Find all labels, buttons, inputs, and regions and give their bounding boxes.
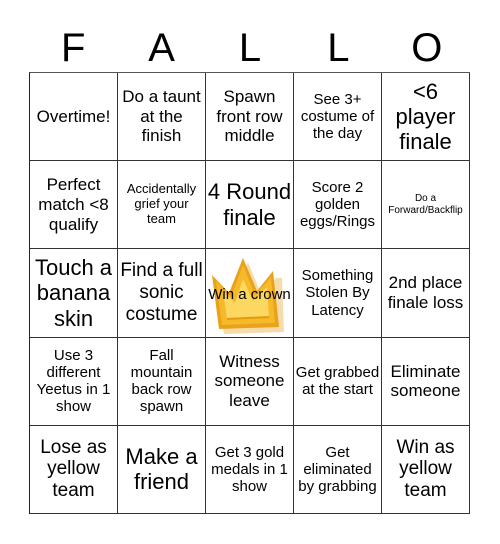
cell-text: Find a full sonic costume — [120, 260, 203, 325]
bingo-cell[interactable]: Find a full sonic costume — [118, 249, 206, 338]
cell-text: Spawn front row middle — [216, 87, 283, 146]
cell-text: Get 3 gold medals in 1 show — [211, 443, 288, 496]
bingo-cell[interactable]: Do a Forward/Backflip — [382, 161, 470, 250]
cell-text: Use 3 different Yeetus in 1 show — [36, 346, 111, 416]
bingo-cell[interactable]: <6 player finale — [382, 73, 470, 162]
header-letter: O — [411, 26, 443, 70]
cell-text: Touch a banana skin — [34, 255, 113, 331]
bingo-cell[interactable]: Overtime! — [30, 73, 118, 162]
cell-text: <6 player finale — [395, 78, 456, 155]
cell-text: Eliminate someone — [390, 361, 461, 401]
bingo-cell[interactable]: See 3+ costume of the day — [294, 73, 382, 162]
cell-text: Fall mountain back row spawn — [130, 346, 193, 416]
bingo-cell[interactable]: Spawn front row middle — [206, 73, 294, 162]
bingo-cell[interactable]: Touch a banana skin — [30, 249, 118, 338]
cell-text: Get grabbed at the start — [295, 363, 380, 399]
bingo-cell[interactable]: Score 2 golden eggs/Rings — [294, 161, 382, 250]
cell-text: Win as yellow team — [396, 436, 455, 502]
bingo-cell[interactable]: Lose as yellow team — [30, 425, 118, 514]
cell-text: Win a crown — [208, 286, 291, 304]
bingo-header: F A L L O — [29, 22, 471, 72]
bingo-cell[interactable]: Get grabbed at the start — [294, 337, 382, 426]
cell-text: Accidentally grief your team — [126, 181, 197, 227]
bingo-cell[interactable]: 2nd place finale loss — [382, 249, 470, 338]
bingo-cell[interactable]: Accidentally grief your team — [118, 161, 206, 250]
header-letter: A — [148, 26, 175, 70]
cell-text: Overtime! — [36, 106, 111, 126]
cell-text: Score 2 golden eggs/Rings — [299, 178, 376, 231]
cell-text: Get eliminated by grabbing — [298, 443, 377, 496]
bingo-cell[interactable]: Get eliminated by grabbing — [294, 425, 382, 514]
bingo-cell[interactable]: Eliminate someone — [382, 337, 470, 426]
bingo-grid: Overtime! Do a taunt at the finish Spawn… — [29, 72, 470, 514]
header-letter: F — [60, 26, 86, 70]
cell-text: Witness someone leave — [214, 351, 285, 410]
bingo-cell[interactable]: Perfect match <8 qualify — [30, 161, 118, 250]
bingo-cell[interactable]: Make a friend — [118, 425, 206, 514]
cell-text: Lose as yellow team — [40, 436, 107, 502]
bingo-cell[interactable]: 4 Round finale — [206, 161, 294, 250]
bingo-cell[interactable]: Win as yellow team — [382, 425, 470, 514]
cell-text: Do a Forward/Backflip — [388, 193, 463, 216]
cell-text: Do a taunt at the finish — [122, 87, 201, 146]
cell-text: 4 Round finale — [207, 179, 292, 230]
header-letter: L — [327, 26, 350, 70]
bingo-cell[interactable]: Something Stolen By Latency — [294, 249, 382, 338]
free-space-cell[interactable]: Win a crown — [206, 249, 294, 338]
cell-text: See 3+ costume of the day — [300, 90, 375, 143]
cell-text: 2nd place finale loss — [387, 273, 464, 312]
cell-text: Make a friend — [125, 444, 198, 495]
bingo-cell[interactable]: Use 3 different Yeetus in 1 show — [30, 337, 118, 426]
bingo-cell[interactable]: Get 3 gold medals in 1 show — [206, 425, 294, 514]
bingo-cell[interactable]: Do a taunt at the finish — [118, 73, 206, 162]
bingo-cell[interactable]: Witness someone leave — [206, 337, 294, 426]
cell-text: Perfect match <8 qualify — [38, 175, 109, 234]
header-letter: L — [238, 26, 262, 70]
cell-text: Something Stolen By Latency — [301, 267, 374, 319]
bingo-cell[interactable]: Fall mountain back row spawn — [118, 337, 206, 426]
